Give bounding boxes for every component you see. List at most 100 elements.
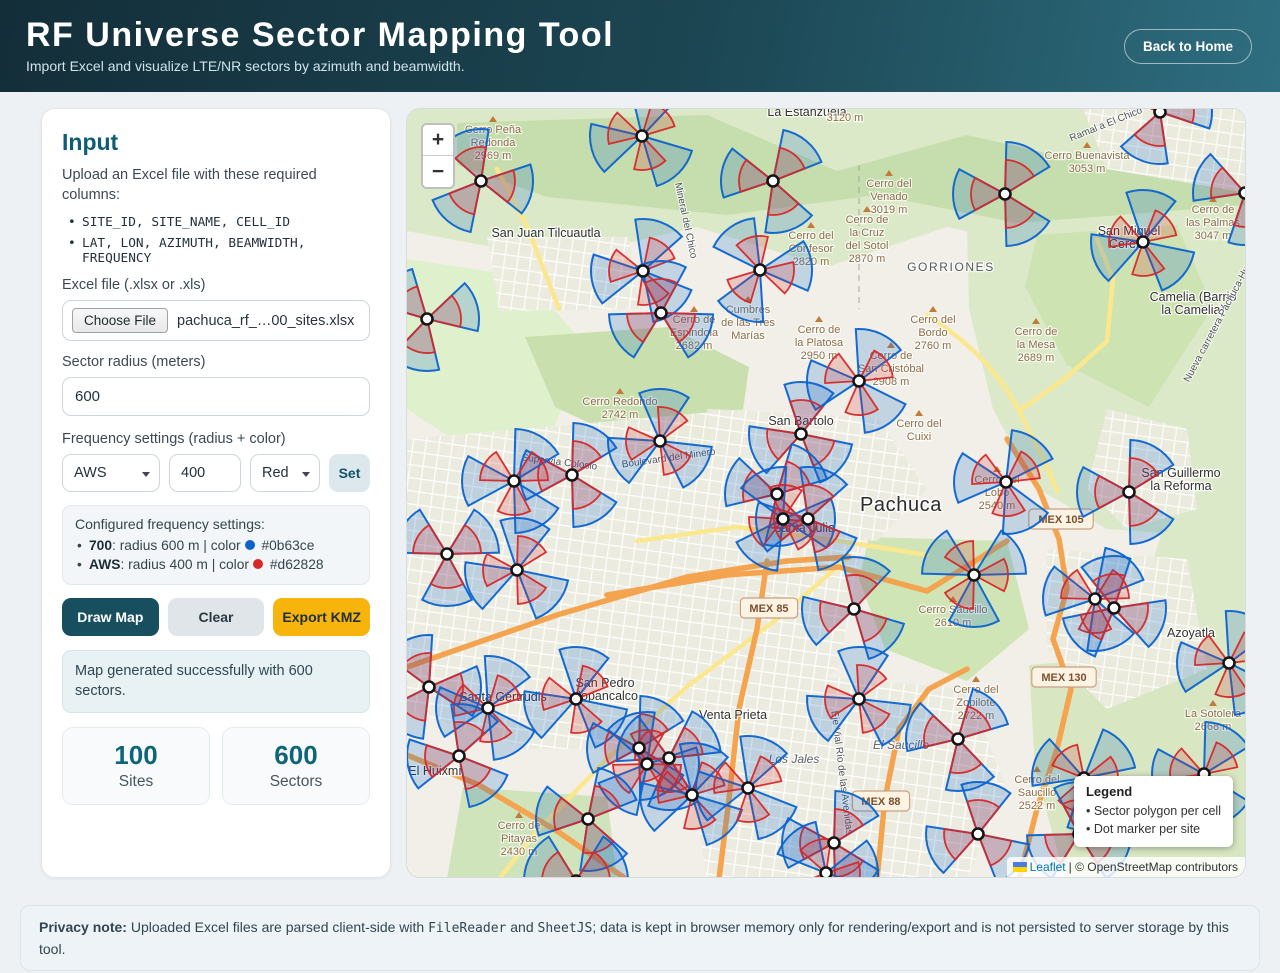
required-column: LAT, LON, AZIMUTH, BEAMWIDTH, FREQUENCY	[68, 233, 370, 269]
upload-instructions: Upload an Excel file with these required…	[62, 166, 370, 205]
route-shield: MEX 85	[740, 598, 797, 618]
site-marker[interactable]	[583, 814, 594, 825]
site-marker[interactable]	[422, 314, 433, 325]
legend-items: • Sector polygon per cell• Dot marker pe…	[1086, 802, 1221, 838]
osm-attribution-text: | © OpenStreetMap contributors	[1069, 860, 1238, 874]
site-marker[interactable]	[687, 790, 698, 801]
site-marker[interactable]	[664, 753, 675, 764]
selected-file-name: pachuca_rf_…00_sites.xlsx	[177, 313, 354, 329]
site-marker[interactable]	[772, 489, 783, 500]
site-marker[interactable]	[571, 876, 582, 879]
site-marker[interactable]	[854, 376, 865, 387]
site-marker[interactable]	[571, 694, 582, 705]
set-frequency-button[interactable]: Set	[329, 454, 370, 492]
color-dot	[245, 540, 255, 550]
leaflet-link[interactable]: Leaflet	[1030, 860, 1066, 874]
site-marker[interactable]	[1090, 594, 1101, 605]
site-marker[interactable]	[512, 565, 523, 576]
privacy-text-1: Uploaded Excel files are parsed client-s…	[127, 919, 428, 935]
draw-map-button[interactable]: Draw Map	[62, 598, 159, 636]
filereader-code: FileReader	[428, 921, 506, 936]
site-marker[interactable]	[1001, 477, 1012, 488]
map-zoom-control: + −	[421, 123, 455, 189]
map-label: 3120 m	[827, 112, 864, 124]
zoom-in-button[interactable]: +	[423, 125, 453, 156]
map-svg: Cerro PeñaRedonda2969 mLa Estanzuela3120…	[407, 109, 1246, 878]
site-marker[interactable]	[637, 131, 648, 142]
site-marker[interactable]	[1109, 603, 1120, 614]
site-marker[interactable]	[424, 682, 435, 693]
site-marker[interactable]	[953, 734, 964, 745]
stats-row: 100 Sites 600 Sectors	[62, 727, 370, 805]
configured-frequencies-title: Configured frequency settings:	[75, 516, 357, 532]
map-canvas[interactable]: Cerro PeñaRedonda2969 mLa Estanzuela3120…	[407, 109, 1245, 878]
frequency-settings-row: AWS Red Set	[62, 454, 370, 492]
excel-file-input[interactable]: Choose File pachuca_rf_…00_sites.xlsx	[62, 300, 370, 341]
site-marker[interactable]	[973, 829, 984, 840]
site-marker[interactable]	[509, 476, 520, 487]
site-marker[interactable]	[854, 694, 865, 705]
app-subtitle: Import Excel and visualize LTE/NR sector…	[26, 58, 614, 74]
site-marker[interactable]	[1000, 189, 1011, 200]
back-to-home-button[interactable]: Back to Home	[1124, 29, 1252, 64]
band-select-wrap: AWS	[62, 454, 160, 492]
stat-value: 100	[69, 740, 203, 771]
configured-frequency-item: 700: radius 600 m | color #0b63ce	[75, 536, 357, 555]
panel-title: Input	[62, 129, 370, 156]
site-marker[interactable]	[567, 470, 578, 481]
site-marker[interactable]	[821, 868, 832, 879]
site-marker[interactable]	[803, 514, 814, 525]
site-marker[interactable]	[442, 549, 453, 560]
required-columns-list: SITE_ID, SITE_NAME, CELL_IDLAT, LON, AZI…	[68, 212, 370, 269]
site-marker[interactable]	[829, 838, 840, 849]
map-container[interactable]: Cerro PeñaRedonda2969 mLa Estanzuela3120…	[406, 108, 1246, 878]
color-dot	[253, 559, 263, 569]
site-marker[interactable]	[656, 308, 667, 319]
sector-radius-input[interactable]	[62, 377, 370, 416]
sector-polygon[interactable]	[1245, 145, 1246, 193]
map-label: Venta Prieta	[699, 708, 767, 722]
privacy-note-label: Privacy note:	[39, 919, 127, 935]
site-marker[interactable]	[638, 266, 649, 277]
required-column: SITE_ID, SITE_NAME, CELL_ID	[68, 212, 370, 233]
stat-value: 600	[229, 740, 363, 771]
clear-button[interactable]: Clear	[168, 598, 265, 636]
site-marker[interactable]	[483, 703, 494, 714]
sector-polygon[interactable]	[1245, 161, 1246, 193]
privacy-note: Privacy note: Uploaded Excel files are p…	[20, 905, 1260, 971]
site-marker[interactable]	[655, 436, 666, 447]
status-message: Map generated successfully with 600 sect…	[62, 650, 370, 713]
input-panel: Input Upload an Excel file with these re…	[41, 108, 391, 878]
frequency-band-select[interactable]: AWS	[62, 454, 160, 492]
stat-label: Sectors	[229, 773, 363, 791]
sheetjs-code: SheetJS	[538, 921, 593, 936]
stat-label: Sites	[69, 773, 203, 791]
site-marker[interactable]	[476, 176, 487, 187]
choose-file-button[interactable]: Choose File	[72, 308, 168, 333]
configured-frequency-item: AWS: radius 400 m | color #d62828	[75, 555, 357, 574]
site-marker[interactable]	[796, 429, 807, 440]
site-marker[interactable]	[1155, 109, 1166, 118]
legend-item: • Sector polygon per cell	[1086, 802, 1221, 820]
map-label: GORRIONES	[907, 260, 995, 274]
site-marker[interactable]	[755, 265, 766, 276]
frequency-radius-input[interactable]	[169, 454, 241, 492]
zoom-out-button[interactable]: −	[423, 156, 453, 187]
site-marker[interactable]	[969, 570, 980, 581]
file-input-label: Excel file (.xlsx or .xls)	[62, 277, 370, 293]
site-marker[interactable]	[778, 514, 789, 525]
frequency-color-select[interactable]: Red	[250, 454, 320, 492]
site-marker[interactable]	[454, 751, 465, 762]
site-marker[interactable]	[1224, 658, 1235, 669]
export-kmz-button[interactable]: Export KMZ	[273, 598, 370, 636]
site-marker[interactable]	[634, 743, 645, 754]
site-marker[interactable]	[642, 759, 653, 770]
action-buttons-row: Draw Map Clear Export KMZ	[62, 598, 370, 636]
site-marker[interactable]	[768, 176, 779, 187]
map-label: San Juan Tilcuautla	[491, 226, 600, 240]
site-marker[interactable]	[849, 604, 860, 615]
site-marker[interactable]	[743, 783, 754, 794]
site-marker[interactable]	[1240, 188, 1247, 199]
site-marker[interactable]	[1138, 237, 1149, 248]
site-marker[interactable]	[1124, 487, 1135, 498]
